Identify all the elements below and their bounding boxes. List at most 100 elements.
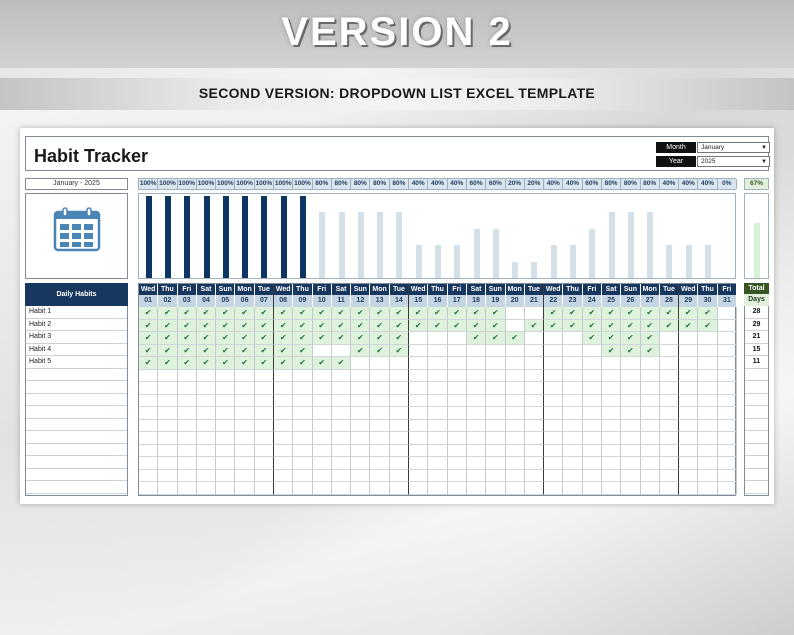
habit-check[interactable]: ✔ (254, 307, 275, 320)
habit-cell[interactable] (158, 419, 178, 432)
habit-cell[interactable] (466, 444, 487, 457)
habit-cell[interactable] (621, 469, 641, 482)
habit-cell[interactable] (601, 394, 622, 407)
habit-cell[interactable] (524, 419, 545, 432)
habit-cell[interactable] (582, 482, 602, 495)
habit-cell[interactable] (351, 357, 371, 370)
habit-cell[interactable] (235, 469, 255, 482)
habit-cell[interactable] (158, 482, 178, 495)
habit-cell[interactable] (196, 407, 217, 420)
habit-cell[interactable] (254, 457, 275, 470)
habit-cell[interactable] (659, 382, 680, 395)
habit-cell[interactable] (544, 457, 564, 470)
habit-cell[interactable] (409, 419, 429, 432)
habit-cell[interactable] (331, 432, 352, 445)
habit-cell[interactable] (351, 382, 371, 395)
habit-cell[interactable] (486, 369, 506, 382)
habit-cell[interactable] (331, 457, 352, 470)
habit-cell[interactable] (698, 407, 718, 420)
habit-cell[interactable] (235, 457, 255, 470)
habit-check[interactable]: ✔ (659, 319, 680, 332)
habit-check[interactable]: ✔ (601, 332, 622, 345)
habit-cell[interactable] (447, 457, 467, 470)
habit-cell[interactable] (216, 382, 236, 395)
habit-check[interactable]: ✔ (389, 307, 410, 320)
habit-cell[interactable] (640, 482, 660, 495)
habit-cell[interactable] (466, 369, 487, 382)
habit-check[interactable]: ✔ (621, 332, 641, 345)
habit-check[interactable]: ✔ (196, 307, 217, 320)
habit-cell[interactable] (447, 357, 467, 370)
habit-cell[interactable] (717, 332, 737, 345)
habit-cell[interactable] (466, 407, 487, 420)
habit-cell[interactable] (563, 332, 583, 345)
habit-check[interactable]: ✔ (274, 319, 294, 332)
habit-cell[interactable] (640, 457, 660, 470)
habit-cell[interactable] (389, 394, 410, 407)
habit-cell[interactable] (621, 394, 641, 407)
habit-cell[interactable] (428, 382, 448, 395)
habit-cell[interactable] (505, 394, 525, 407)
habit-cell[interactable] (698, 344, 718, 357)
habit-cell[interactable] (158, 382, 178, 395)
habit-cell[interactable] (274, 394, 294, 407)
habit-cell[interactable] (679, 332, 699, 345)
habit-cell[interactable] (254, 382, 275, 395)
habit-cell[interactable] (139, 407, 159, 420)
habit-cell[interactable] (447, 469, 467, 482)
habit-check[interactable]: ✔ (158, 319, 178, 332)
habit-cell[interactable] (447, 382, 467, 395)
habit-check[interactable]: ✔ (466, 319, 487, 332)
habit-cell[interactable] (196, 469, 217, 482)
habit-check[interactable]: ✔ (486, 319, 506, 332)
habit-check[interactable]: ✔ (601, 344, 622, 357)
habit-cell[interactable] (544, 469, 564, 482)
habit-cell[interactable] (409, 382, 429, 395)
habit-cell[interactable] (389, 457, 410, 470)
habit-check[interactable]: ✔ (640, 319, 660, 332)
habit-cell[interactable] (428, 407, 448, 420)
habit-cell[interactable] (351, 469, 371, 482)
habit-cell[interactable] (254, 369, 275, 382)
habit-check[interactable]: ✔ (139, 319, 159, 332)
habit-check[interactable]: ✔ (216, 307, 236, 320)
habit-check[interactable]: ✔ (331, 319, 352, 332)
habit-cell[interactable] (409, 432, 429, 445)
habit-check[interactable]: ✔ (582, 332, 602, 345)
habit-cell[interactable] (274, 369, 294, 382)
habit-cell[interactable] (428, 419, 448, 432)
habit-cell[interactable] (717, 344, 737, 357)
habit-check[interactable]: ✔ (254, 344, 275, 357)
habit-cell[interactable] (717, 382, 737, 395)
habit-cell[interactable] (409, 369, 429, 382)
habit-cell[interactable] (544, 407, 564, 420)
habit-cell[interactable] (466, 432, 487, 445)
habit-cell[interactable] (370, 444, 390, 457)
habit-check[interactable]: ✔ (466, 307, 487, 320)
habit-cell[interactable] (139, 469, 159, 482)
habit-check[interactable]: ✔ (158, 357, 178, 370)
habit-check[interactable]: ✔ (601, 307, 622, 320)
habit-cell[interactable] (640, 369, 660, 382)
habit-cell[interactable] (524, 382, 545, 395)
habit-cell[interactable] (601, 369, 622, 382)
habit-cell[interactable] (409, 444, 429, 457)
habit-cell[interactable] (640, 444, 660, 457)
habit-cell[interactable] (601, 469, 622, 482)
habit-cell[interactable] (447, 369, 467, 382)
habit-cell[interactable] (621, 482, 641, 495)
habit-cell[interactable] (486, 357, 506, 370)
habit-cell[interactable] (370, 469, 390, 482)
habit-check[interactable]: ✔ (370, 332, 390, 345)
habit-cell[interactable] (601, 432, 622, 445)
habit-cell[interactable] (389, 357, 410, 370)
habit-cell[interactable] (486, 344, 506, 357)
habit-cell[interactable] (582, 419, 602, 432)
habit-cell[interactable] (196, 457, 217, 470)
habit-cell[interactable] (428, 432, 448, 445)
habit-check[interactable]: ✔ (331, 332, 352, 345)
habit-cell[interactable] (235, 482, 255, 495)
habit-cell[interactable] (158, 407, 178, 420)
habit-check[interactable]: ✔ (466, 332, 487, 345)
habit-check[interactable]: ✔ (389, 344, 410, 357)
